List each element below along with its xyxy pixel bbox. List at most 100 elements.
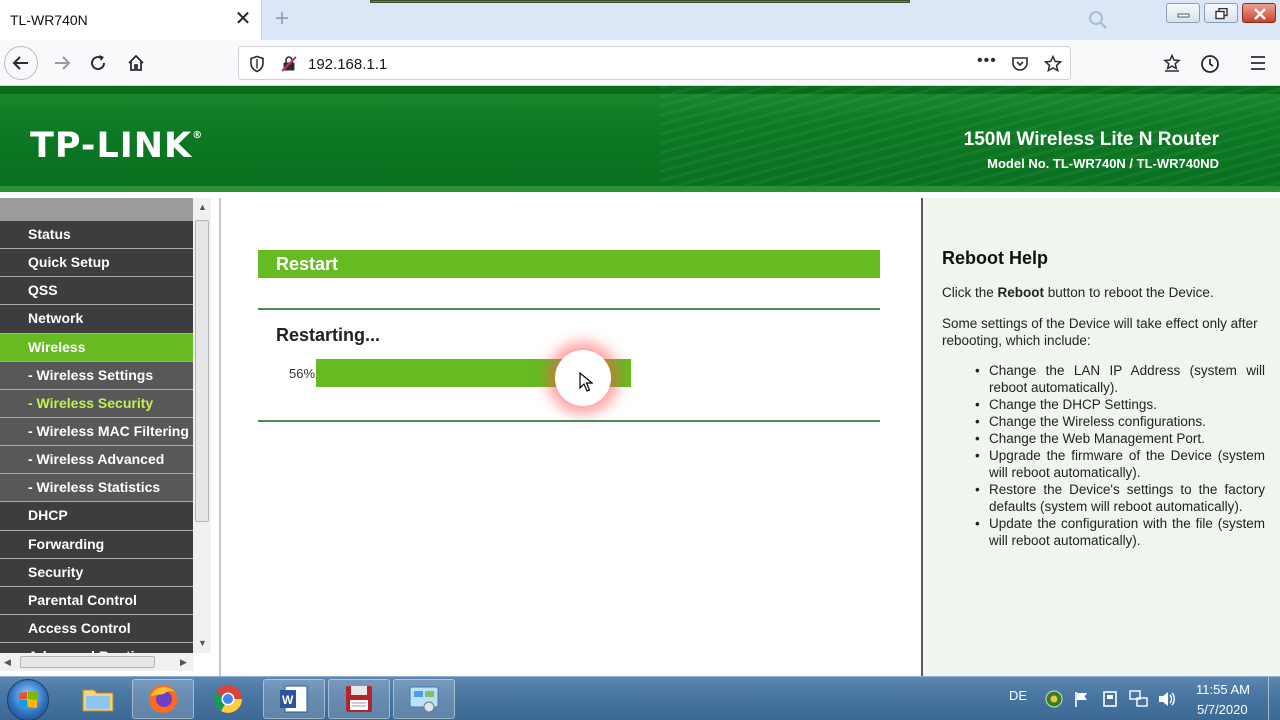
help-list-item: Change the DHCP Settings. [975, 396, 1265, 413]
reload-button[interactable] [82, 47, 114, 79]
sidebar-item-parental-control[interactable]: Parental Control [0, 586, 193, 615]
arrow-left-icon [12, 56, 28, 70]
sidebar-item-wireless-settings[interactable]: - Wireless Settings [0, 361, 193, 390]
start-button[interactable] [7, 679, 49, 720]
sidebar-item-wireless-statistics[interactable]: - Wireless Statistics [0, 474, 193, 503]
sidebar-item-wireless-security[interactable]: - Wireless Security [0, 389, 193, 418]
tray-app-icon[interactable] [1045, 690, 1063, 708]
close-window-button[interactable] [1242, 3, 1276, 23]
browser-tab-strip: TL-WR740N ✕ + [0, 0, 1280, 40]
show-desktop-button[interactable] [1268, 677, 1280, 720]
hamburger-menu-icon[interactable] [1249, 55, 1267, 71]
control-panel-icon [409, 686, 439, 713]
help-list-item: Change the LAN IP Address (system will r… [975, 362, 1265, 396]
taskbar-word[interactable]: W [263, 679, 325, 719]
browser-navbar: 192.168.1.1 ••• [0, 40, 1280, 86]
help-list-item: Restore the Device's settings to the fac… [975, 481, 1265, 515]
sidebar-item-access-control[interactable]: Access Control [0, 614, 193, 644]
sidebar-item-forwarding[interactable]: Forwarding [0, 530, 193, 559]
sidebar-item-wireless-mac-filtering[interactable]: - Wireless MAC Filtering [0, 417, 193, 447]
tab-close-icon[interactable]: ✕ [232, 8, 254, 30]
volume-icon[interactable] [1157, 690, 1177, 708]
scroll-left-arrow-icon[interactable]: ◀ [4, 657, 11, 668]
page-loading-indicator [370, 0, 910, 3]
floppy-disk-icon [346, 686, 372, 712]
windows-taskbar: W DE 11:55 AM 5/7/2020 [0, 676, 1280, 720]
sidebar-item-wireless-advanced[interactable]: - Wireless Advanced [0, 446, 193, 475]
minimize-button[interactable] [1166, 3, 1200, 23]
restore-icon [1215, 8, 1228, 20]
mouse-pointer-icon [579, 372, 593, 392]
horizontal-scroll-thumb[interactable] [20, 656, 155, 668]
url-text[interactable]: 192.168.1.1 [308, 56, 387, 73]
sidebar-header-strip [0, 198, 193, 221]
divider-top [258, 308, 880, 310]
help-intro: Click the Reboot button to reboot the De… [942, 284, 1267, 301]
reload-icon [91, 55, 106, 71]
history-clock-icon[interactable] [1200, 54, 1220, 74]
product-name: 150M Wireless Lite N Router [963, 129, 1219, 150]
windows-logo-icon [19, 691, 37, 708]
help-intro-bold: Reboot [997, 285, 1045, 300]
url-bar[interactable]: 192.168.1.1 ••• [238, 46, 1071, 80]
bookmark-star-icon[interactable] [1044, 55, 1062, 73]
taskbar-firefox[interactable] [132, 679, 194, 719]
sidebar-horizontal-scrollbar[interactable]: ◀ ▶ [0, 653, 193, 671]
library-icon[interactable] [1163, 54, 1181, 72]
help-list-item: Upgrade the firmware of the Device (syst… [975, 447, 1265, 481]
device-icon[interactable] [1101, 690, 1119, 708]
close-icon [1254, 8, 1266, 20]
help-title: Reboot Help [942, 248, 1048, 268]
scroll-down-arrow-icon[interactable]: ▼ [198, 638, 207, 648]
sidebar-vertical-scrollbar[interactable]: ▲ ▼ [193, 198, 211, 653]
clock-date[interactable]: 5/7/2020 [1197, 702, 1248, 717]
help-intro-post: button to reboot the Device. [1044, 285, 1214, 300]
main-content: Restart Restarting... 56% [219, 198, 921, 676]
taskbar-save-app[interactable] [328, 679, 390, 719]
clock-time[interactable]: 11:55 AM [1196, 682, 1250, 697]
home-button[interactable] [120, 47, 152, 79]
help-list-item: Change the Web Management Port. [975, 430, 1265, 447]
forward-button[interactable] [46, 47, 78, 79]
page-actions-menu-icon[interactable]: ••• [977, 52, 997, 70]
model-number: Model No. TL-WR740N / TL-WR740ND [987, 156, 1219, 171]
network-icon[interactable] [1129, 690, 1149, 708]
help-paragraph: Some settings of the Device will take ef… [942, 316, 1258, 348]
help-intro-pre: Click the [942, 285, 998, 300]
language-indicator[interactable]: DE [1009, 688, 1027, 703]
arrow-right-icon [55, 56, 71, 70]
sidebar-item-status[interactable]: Status [0, 221, 193, 250]
taskbar-file-explorer[interactable] [67, 679, 129, 719]
cursor-highlight [555, 350, 611, 406]
router-header-banner: TP-LINK® 150M Wireless Lite N Router Mod… [0, 86, 1280, 192]
help-list: Change the LAN IP Address (system will r… [975, 362, 1265, 549]
browser-tab[interactable]: TL-WR740N ✕ [0, 0, 262, 40]
sidebar-item-dhcp[interactable]: DHCP [0, 502, 193, 531]
action-center-flag-icon[interactable] [1073, 690, 1091, 708]
sidebar-item-security[interactable]: Security [0, 558, 193, 587]
sidebar-item-quick-setup[interactable]: Quick Setup [0, 249, 193, 278]
pocket-icon[interactable] [1011, 55, 1029, 73]
help-panel: Reboot Help Click the Reboot button to r… [921, 198, 1280, 676]
scroll-right-arrow-icon[interactable]: ▶ [180, 657, 187, 668]
taskbar-control-panel[interactable] [393, 679, 455, 719]
sidebar-item-wireless[interactable]: Wireless [0, 333, 193, 362]
folder-icon [82, 689, 114, 712]
help-list-item: Change the Wireless configurations. [975, 413, 1265, 430]
sidebar-item-network[interactable]: Network [0, 305, 193, 334]
logo-text: TP-LINK [30, 126, 193, 166]
sidebar-menu: Status Quick Setup QSS Network Wireless - Wir… [0, 221, 193, 672]
sidebar-item-qss[interactable]: QSS [0, 277, 193, 306]
scroll-up-arrow-icon[interactable]: ▲ [198, 202, 207, 212]
restore-button[interactable] [1204, 3, 1238, 23]
progress-percent: 56% [289, 366, 316, 381]
registered-mark: ® [192, 130, 204, 141]
home-icon [128, 54, 144, 71]
back-button[interactable] [4, 46, 38, 80]
taskbar-chrome[interactable] [197, 679, 259, 719]
insecure-lock-icon[interactable] [280, 55, 298, 73]
vertical-scroll-thumb[interactable] [195, 220, 209, 522]
search-icon[interactable] [1086, 8, 1110, 32]
shield-icon[interactable] [248, 55, 266, 73]
new-tab-button[interactable]: + [270, 6, 294, 32]
